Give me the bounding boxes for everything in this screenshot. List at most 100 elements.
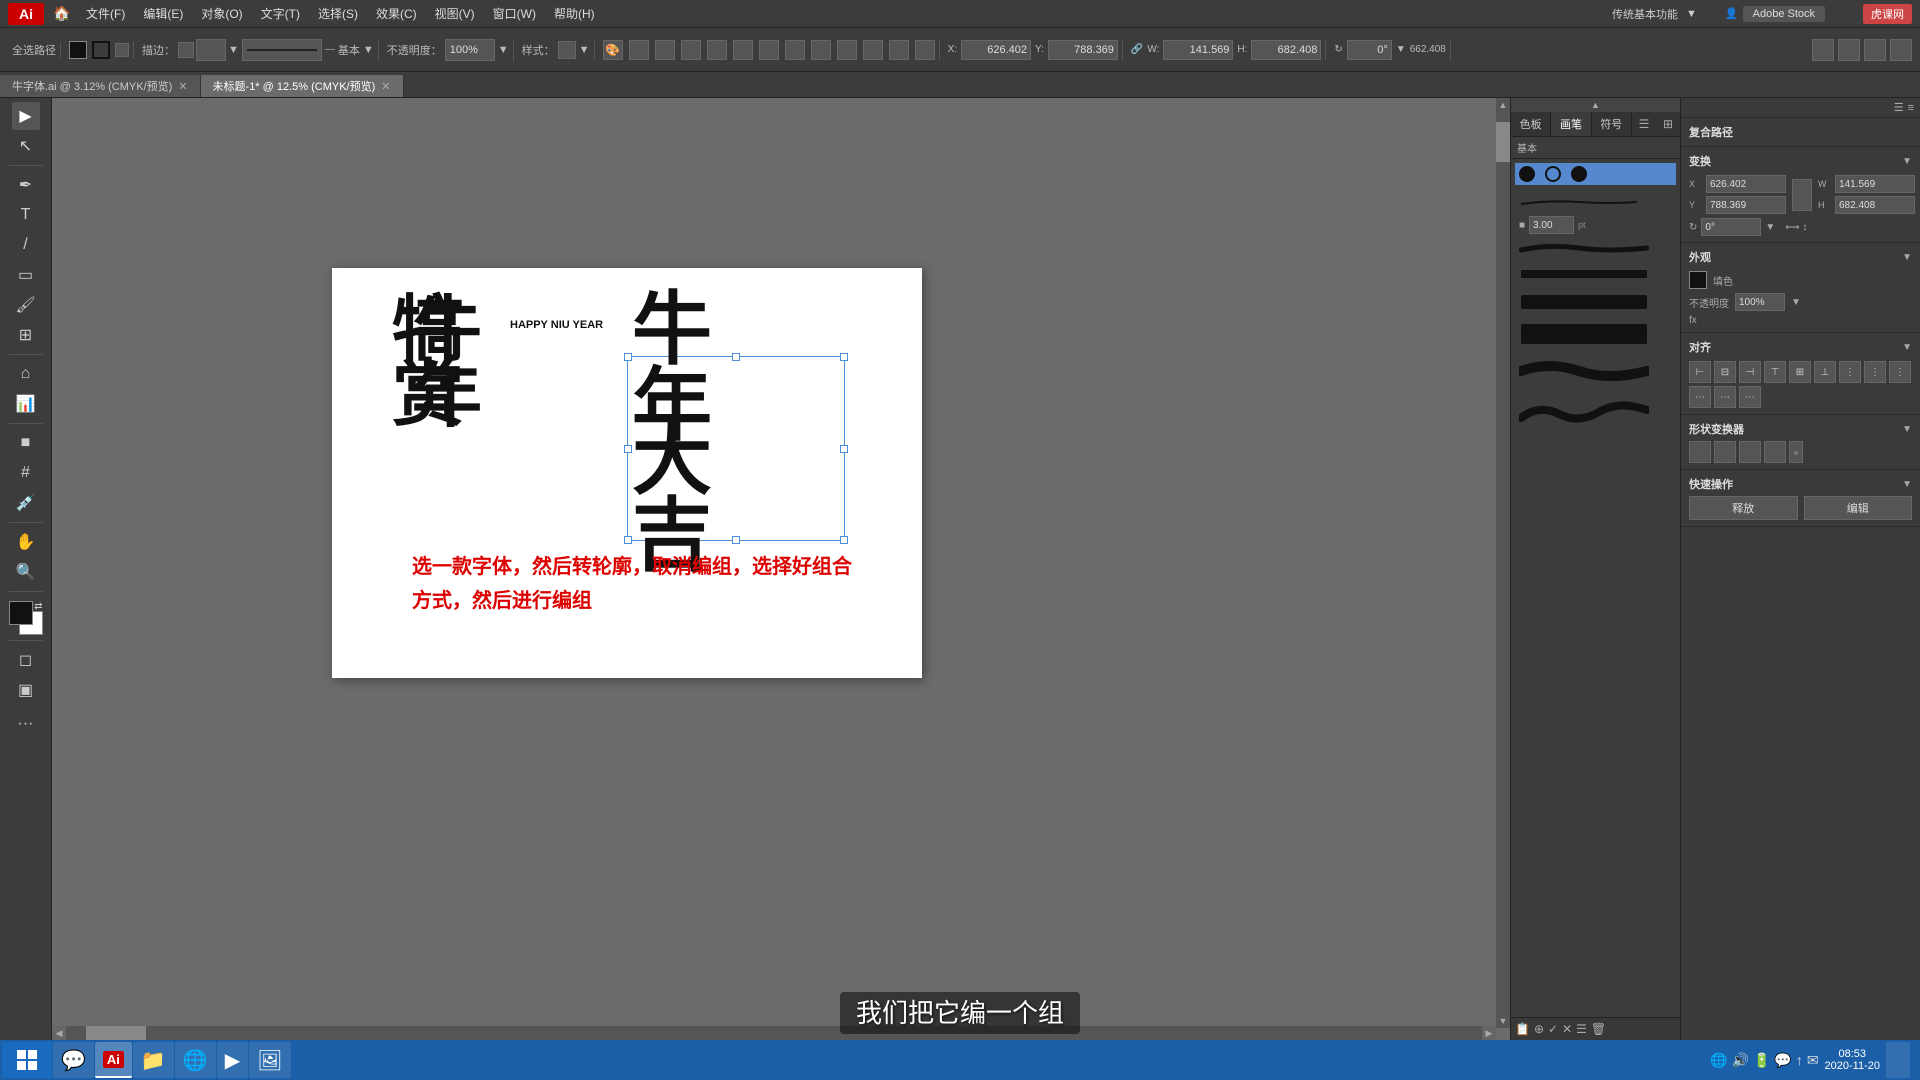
prop-opacity-dropdown[interactable]: ▼: [1791, 297, 1801, 308]
canvas-scrollbar-v[interactable]: ▲ ▼: [1496, 98, 1510, 1028]
brush-footer-icon4[interactable]: ✕: [1562, 1022, 1572, 1036]
toolbar-icon-layers[interactable]: [1812, 39, 1834, 61]
tray-icon-network[interactable]: 🌐: [1710, 1052, 1727, 1069]
prop-section-compound[interactable]: 复合路径: [1689, 124, 1912, 140]
fill-color[interactable]: [69, 41, 87, 59]
tray-icon-up[interactable]: ↑: [1796, 1052, 1803, 1068]
distribute-btn-2[interactable]: ⋮: [1864, 361, 1886, 383]
prop-fx-icon[interactable]: fx: [1689, 315, 1697, 326]
align-icon12[interactable]: [915, 40, 935, 60]
prop-opacity-input[interactable]: 100%: [1735, 293, 1785, 311]
tray-icon-speaker[interactable]: 🔊: [1732, 1052, 1749, 1069]
prop-icon-settings[interactable]: ≡: [1908, 102, 1914, 114]
distribute-btn-6[interactable]: ⋯: [1739, 386, 1761, 408]
prop-x-input[interactable]: 626.402: [1706, 175, 1786, 193]
handle-ml[interactable]: [624, 445, 632, 453]
adobe-stock-button[interactable]: Adobe Stock: [1743, 6, 1825, 22]
tool-warp[interactable]: ⌂: [12, 360, 40, 388]
start-button[interactable]: [2, 1042, 52, 1078]
handle-tr[interactable]: [840, 353, 848, 361]
rotate-input[interactable]: 0°: [1347, 40, 1392, 60]
tool-color-swap[interactable]: ⇄: [34, 601, 42, 612]
prop-angle-input[interactable]: 0°: [1701, 218, 1761, 236]
shape-icon-1[interactable]: [1689, 441, 1711, 463]
tray-icon-battery[interactable]: 🔋: [1753, 1052, 1770, 1069]
brush-tab-symbols[interactable]: 符号: [1592, 112, 1632, 136]
distribute-btn-4[interactable]: ⋯: [1689, 386, 1711, 408]
align-icon4[interactable]: [707, 40, 727, 60]
style-icon[interactable]: [558, 41, 576, 59]
quick-action-release[interactable]: 释放: [1689, 496, 1798, 520]
stroke-dropdown[interactable]: ▼: [228, 44, 239, 56]
canvas-scroll-thumb-h[interactable]: [86, 1026, 146, 1040]
taskbar-clock[interactable]: 08:53 2020-11-20: [1825, 1048, 1880, 1072]
brush-footer-icon5[interactable]: ☰: [1576, 1022, 1587, 1036]
prop-angle-dropdown[interactable]: ▼: [1765, 222, 1775, 233]
brush-footer-icon6[interactable]: 🗑: [1591, 1022, 1606, 1036]
tab-untitled[interactable]: 未标题-1* @ 12.5% (CMYK/预览) ✕: [201, 75, 404, 97]
menu-object[interactable]: 对象(O): [193, 3, 250, 24]
align-icon3[interactable]: [681, 40, 701, 60]
toolbar-icon-more[interactable]: [1890, 39, 1912, 61]
prop-shape-header[interactable]: 形状变换器 ▼: [1689, 421, 1912, 437]
prop-transform-header[interactable]: 变换 ▼: [1689, 153, 1912, 169]
x-coord-input[interactable]: 626.402: [961, 40, 1031, 60]
align-icon8[interactable]: [811, 40, 831, 60]
shape-icon-3[interactable]: [1739, 441, 1761, 463]
brush-panel-menu-icon[interactable]: ☰: [1632, 112, 1656, 136]
opacity-dropdown[interactable]: ▼: [498, 44, 509, 56]
canvas-scroll-down[interactable]: ▼: [1496, 1014, 1510, 1028]
taskbar-explorer[interactable]: 📁: [133, 1042, 174, 1078]
align-btn-center-h[interactable]: ⊟: [1714, 361, 1736, 383]
handle-mr[interactable]: [840, 445, 848, 453]
tab-untitled-close[interactable]: ✕: [381, 80, 390, 93]
tool-direct-select[interactable]: ↖: [12, 132, 40, 160]
align-icon5[interactable]: [733, 40, 753, 60]
canvas-scroll-up[interactable]: ▲: [1496, 98, 1510, 112]
stroke-input[interactable]: [196, 39, 226, 61]
tool-line[interactable]: /: [12, 231, 40, 259]
link-icon[interactable]: 🔗: [1131, 44, 1143, 55]
brush-stroke-1[interactable]: [1515, 192, 1676, 213]
w-input[interactable]: 141.569: [1163, 40, 1233, 60]
tray-icon-msg2[interactable]: ✉: [1807, 1052, 1819, 1069]
menu-file[interactable]: 文件(F): [78, 3, 133, 24]
prop-fill-color[interactable]: [1689, 271, 1707, 289]
align-icon7[interactable]: [785, 40, 805, 60]
brush-stroke-3[interactable]: [1515, 263, 1676, 289]
distribute-btn-5[interactable]: ⋯: [1714, 386, 1736, 408]
taskbar-wechat[interactable]: 💬: [53, 1042, 94, 1078]
canvas-scroll-left[interactable]: ◀: [52, 1026, 66, 1040]
menu-window[interactable]: 窗口(W): [485, 3, 544, 24]
handle-tl[interactable]: [624, 353, 632, 361]
brush-stroke-4[interactable]: [1515, 289, 1676, 319]
tool-pen[interactable]: ✒: [12, 171, 40, 199]
workspace-dropdown-icon[interactable]: ▼: [1686, 8, 1697, 20]
tool-paint[interactable]: 🖌: [12, 291, 40, 319]
align-btn-top[interactable]: ⊤: [1764, 361, 1786, 383]
canvas-scroll-right[interactable]: ▶: [1482, 1026, 1496, 1040]
align-icon10[interactable]: [863, 40, 883, 60]
brush-footer-icon1[interactable]: 📋: [1515, 1022, 1530, 1036]
prop-quick-header[interactable]: 快速操作 ▼: [1689, 476, 1912, 492]
tool-zoom[interactable]: 🔍: [12, 558, 40, 586]
tool-screen-mode[interactable]: ▣: [12, 676, 40, 704]
taskbar-ie[interactable]: 🌐: [175, 1042, 216, 1078]
shape-icon-2[interactable]: [1714, 441, 1736, 463]
tool-mesh[interactable]: #: [12, 459, 40, 487]
align-btn-right[interactable]: ⊣: [1739, 361, 1761, 383]
prop-transform-mode[interactable]: [1792, 179, 1812, 211]
style-dropdown[interactable]: ▼: [579, 44, 590, 56]
align-icon9[interactable]: [837, 40, 857, 60]
stroke-swatch[interactable]: [178, 42, 194, 58]
brush-stroke-7[interactable]: [1515, 393, 1676, 433]
brush-stroke-2[interactable]: [1515, 237, 1676, 263]
menu-select[interactable]: 选择(S): [310, 3, 366, 24]
menu-edit[interactable]: 编辑(E): [135, 3, 191, 24]
canvas-scroll-thumb-v[interactable]: [1496, 122, 1510, 162]
recolor-icon[interactable]: 🎨: [603, 40, 623, 60]
opacity-input[interactable]: 100%: [445, 39, 495, 61]
handle-bm[interactable]: [732, 536, 740, 544]
align-icon1[interactable]: [629, 40, 649, 60]
align-icon11[interactable]: [889, 40, 909, 60]
